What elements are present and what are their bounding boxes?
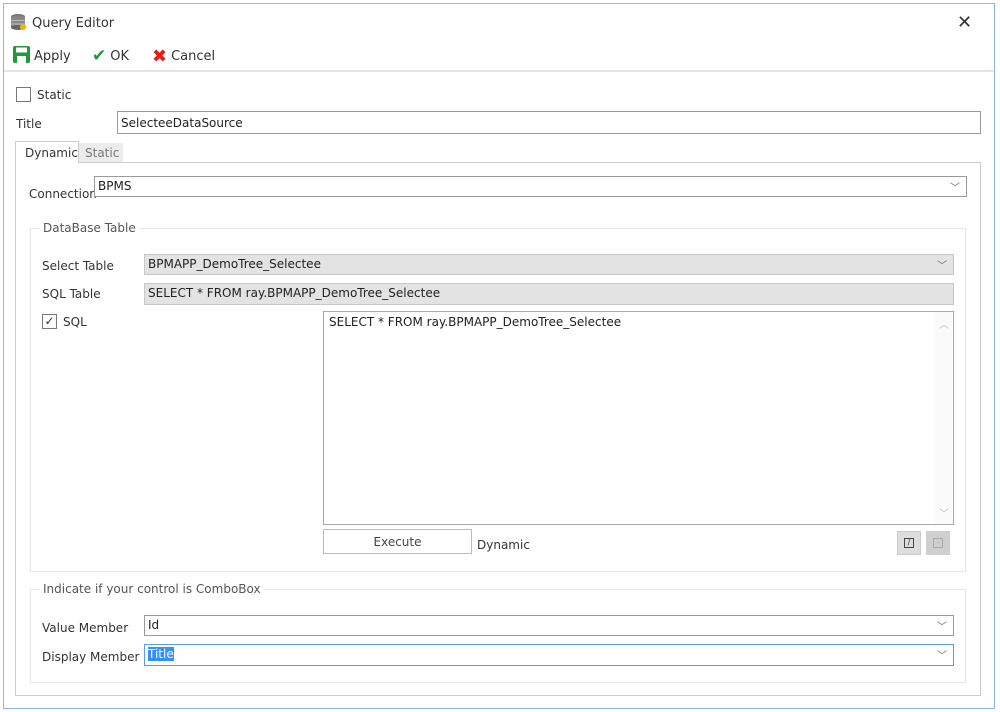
select-table-value: BPMAPP_DemoTree_Selectee bbox=[148, 257, 321, 271]
chevron-down-icon: ﹀ bbox=[937, 622, 947, 633]
select-table-combo[interactable]: BPMAPP_DemoTree_Selectee ﹀ bbox=[144, 254, 954, 275]
sql-textarea[interactable]: SELECT * FROM ray.BPMAPP_DemoTree_Select… bbox=[323, 311, 954, 525]
value-member-label: Value Member bbox=[42, 621, 129, 635]
static-checkbox[interactable] bbox=[16, 87, 31, 102]
connection-label: Connection bbox=[29, 187, 97, 201]
sql-checkbox[interactable]: ✓ bbox=[42, 314, 57, 329]
apply-button[interactable]: Apply bbox=[13, 46, 71, 67]
edit-button[interactable]: / bbox=[897, 531, 921, 555]
static-checkbox-label: Static bbox=[37, 88, 72, 102]
close-button[interactable]: ✕ bbox=[957, 12, 972, 33]
database-icon bbox=[10, 13, 28, 34]
cancel-button[interactable]: ✖ Cancel bbox=[152, 46, 215, 67]
checkmark-icon: ✔ bbox=[92, 46, 107, 66]
cross-icon: ✖ bbox=[152, 46, 168, 67]
tab-dynamic[interactable]: Dynamic bbox=[15, 141, 79, 163]
execute-button[interactable]: Execute bbox=[323, 529, 472, 554]
combobox-group-legend: Indicate if your control is ComboBox bbox=[40, 582, 264, 596]
chevron-down-icon: ﹀ bbox=[937, 261, 947, 272]
window-title: Query Editor bbox=[32, 16, 115, 31]
display-member-combo[interactable]: Title ﹀ bbox=[144, 644, 954, 666]
select-table-label: Select Table bbox=[42, 259, 114, 273]
collapse-button[interactable]: – bbox=[926, 531, 950, 555]
connection-combo[interactable]: BPMS ﹀ bbox=[94, 176, 967, 197]
save-icon bbox=[13, 46, 30, 67]
display-member-label: Display Member bbox=[42, 650, 140, 664]
value-member-value: Id bbox=[148, 618, 160, 632]
value-member-combo[interactable]: Id ﹀ bbox=[144, 615, 954, 636]
edit-icon: / bbox=[904, 538, 914, 548]
database-table-legend: DataBase Table bbox=[40, 221, 139, 235]
sql-text: SELECT * FROM ray.BPMAPP_DemoTree_Select… bbox=[329, 315, 622, 329]
sql-scrollbar[interactable]: ︿ ﹀ bbox=[935, 312, 953, 524]
title-label: Title bbox=[16, 117, 42, 131]
tab-static[interactable]: Static bbox=[79, 143, 123, 162]
ok-button[interactable]: ✔ OK bbox=[92, 46, 129, 66]
toolbar-divider bbox=[4, 70, 994, 72]
connection-value: BPMS bbox=[98, 179, 132, 193]
sql-checkbox-label: SQL bbox=[63, 315, 87, 329]
title-input[interactable]: SelecteeDataSource bbox=[117, 111, 981, 134]
sql-table-label: SQL Table bbox=[42, 287, 101, 301]
mode-label: Dynamic bbox=[477, 538, 530, 552]
combobox-group bbox=[30, 589, 966, 683]
sql-table-field[interactable]: SELECT * FROM ray.BPMAPP_DemoTree_Select… bbox=[144, 283, 954, 305]
display-member-value: Title bbox=[148, 647, 174, 661]
chevron-down-icon: ﹀ bbox=[950, 183, 960, 194]
chevron-down-icon: ﹀ bbox=[937, 651, 947, 662]
minus-box-icon: – bbox=[933, 538, 943, 548]
